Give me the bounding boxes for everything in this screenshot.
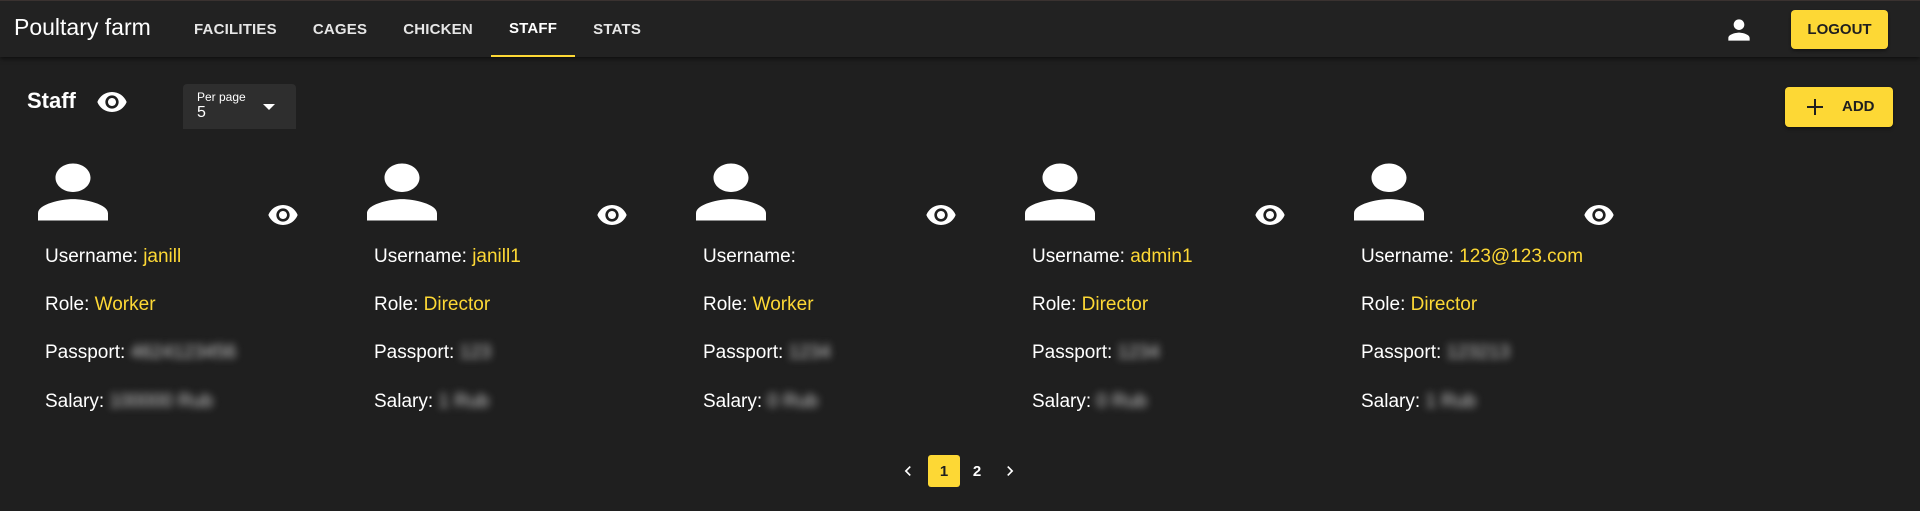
- person-avatar-icon: [1025, 163, 1095, 221]
- role-value: Worker: [752, 294, 814, 315]
- tab-stats[interactable]: STATS: [575, 1, 659, 57]
- eye-icon[interactable]: [925, 199, 957, 231]
- passport-label: Passport:: [45, 342, 126, 363]
- passport-value: 123: [459, 342, 492, 363]
- eye-icon[interactable]: [267, 199, 299, 231]
- role-label: Role:: [374, 294, 419, 315]
- staff-card: Username: admin1 Role: Director Passport: …: [1014, 156, 1314, 416]
- username-value: 123@123.com: [1459, 246, 1584, 267]
- salary-row: Salary: 1 Rub: [1361, 391, 1476, 413]
- username-label: Username:: [703, 246, 796, 267]
- username-value: admin1: [1130, 246, 1193, 267]
- role-value: Director: [423, 294, 491, 315]
- salary-label: Salary:: [703, 391, 763, 412]
- eye-icon[interactable]: [1583, 199, 1615, 231]
- page-button-2[interactable]: 2: [961, 455, 993, 487]
- staff-card: Username: janill1 Role: Director Passport:…: [356, 156, 656, 416]
- passport-label: Passport:: [1361, 342, 1442, 363]
- salary-row: Salary: 100000 Rub: [45, 391, 213, 413]
- salary-value: 0 Rub: [767, 391, 819, 412]
- per-page-select[interactable]: Per page 5: [183, 84, 296, 129]
- staff-card: Username: Role: Worker Passport: 1234 Sala…: [685, 156, 985, 416]
- staff-card: Username: janill Role: Worker Passport: 46…: [27, 156, 327, 416]
- passport-value: 4624123456: [130, 342, 237, 363]
- tab-staff[interactable]: STAFF: [490, 1, 576, 57]
- username-row: Username:: [703, 246, 796, 268]
- caret-down-icon: [263, 104, 275, 110]
- passport-value: 1234: [1117, 342, 1160, 363]
- passport-row: Passport: 123: [374, 342, 491, 364]
- username-row: Username: janill1: [374, 246, 521, 268]
- salary-label: Salary:: [45, 391, 105, 412]
- salary-label: Salary:: [374, 391, 434, 412]
- logout-button[interactable]: LOGOUT: [1791, 10, 1888, 49]
- role-row: Role: Director: [374, 294, 490, 316]
- salary-value: 1 Rub: [438, 391, 490, 412]
- top-app-bar: Poultary farm FACILITIES CAGES CHICKEN S…: [0, 0, 1920, 57]
- username-row: Username: janill: [45, 246, 181, 268]
- username-value: janill1: [472, 246, 521, 267]
- username-label: Username:: [374, 246, 467, 267]
- per-page-value: 5: [197, 104, 206, 121]
- person-avatar-icon: [367, 163, 437, 221]
- eye-icon[interactable]: [1254, 199, 1286, 231]
- eye-icon[interactable]: [596, 199, 628, 231]
- person-avatar-icon: [696, 163, 766, 221]
- add-button[interactable]: ADD: [1785, 87, 1893, 127]
- page-title: Staff: [27, 88, 76, 113]
- username-label: Username:: [1032, 246, 1125, 267]
- eye-icon[interactable]: [96, 86, 128, 118]
- chevron-left-icon[interactable]: [898, 461, 918, 481]
- role-label: Role:: [1032, 294, 1077, 315]
- passport-row: Passport: 123213: [1361, 342, 1510, 364]
- salary-row: Salary: 0 Rub: [703, 391, 818, 413]
- tab-chicken[interactable]: CHICKEN: [385, 1, 491, 57]
- plus-icon: [1807, 99, 1823, 115]
- add-button-label: ADD: [1842, 98, 1875, 115]
- page-button-1[interactable]: 1: [928, 455, 960, 487]
- account-icon[interactable]: [1723, 14, 1755, 46]
- salary-row: Salary: 1 Rub: [374, 391, 489, 413]
- username-row: Username: 123@123.com: [1361, 246, 1583, 268]
- role-value: Worker: [94, 294, 156, 315]
- passport-label: Passport:: [374, 342, 455, 363]
- username-row: Username: admin1: [1032, 246, 1193, 268]
- salary-value: 1 Rub: [1425, 391, 1477, 412]
- username-label: Username:: [1361, 246, 1454, 267]
- staff-card: Username: 123@123.com Role: Director Passp…: [1343, 156, 1643, 416]
- username-label: Username:: [45, 246, 138, 267]
- passport-row: Passport: 1234: [703, 342, 831, 364]
- passport-value: 123213: [1446, 342, 1510, 363]
- role-label: Role:: [45, 294, 90, 315]
- username-value: janill: [143, 246, 182, 267]
- chevron-right-icon[interactable]: [1000, 461, 1020, 481]
- role-value: Director: [1081, 294, 1149, 315]
- role-row: Role: Worker: [703, 294, 814, 316]
- role-label: Role:: [703, 294, 748, 315]
- role-row: Role: Director: [1361, 294, 1477, 316]
- salary-label: Salary:: [1032, 391, 1092, 412]
- person-avatar-icon: [38, 163, 108, 221]
- role-row: Role: Worker: [45, 294, 156, 316]
- passport-label: Passport:: [703, 342, 784, 363]
- passport-label: Passport:: [1032, 342, 1113, 363]
- passport-row: Passport: 4624123456: [45, 342, 236, 364]
- role-label: Role:: [1361, 294, 1406, 315]
- app-title: Poultary farm: [14, 14, 151, 40]
- main-nav: FACILITIES CAGES CHICKEN STAFF STATS: [176, 1, 659, 57]
- role-row: Role: Director: [1032, 294, 1148, 316]
- salary-value: 100000 Rub: [109, 391, 213, 412]
- tab-cages[interactable]: CAGES: [295, 1, 385, 57]
- salary-row: Salary: 0 Rub: [1032, 391, 1147, 413]
- salary-label: Salary:: [1361, 391, 1421, 412]
- per-page-label: Per page: [197, 90, 246, 104]
- passport-value: 1234: [788, 342, 831, 363]
- passport-row: Passport: 1234: [1032, 342, 1160, 364]
- salary-value: 0 Rub: [1096, 391, 1148, 412]
- role-value: Director: [1410, 294, 1478, 315]
- person-avatar-icon: [1354, 163, 1424, 221]
- tab-facilities[interactable]: FACILITIES: [176, 1, 295, 57]
